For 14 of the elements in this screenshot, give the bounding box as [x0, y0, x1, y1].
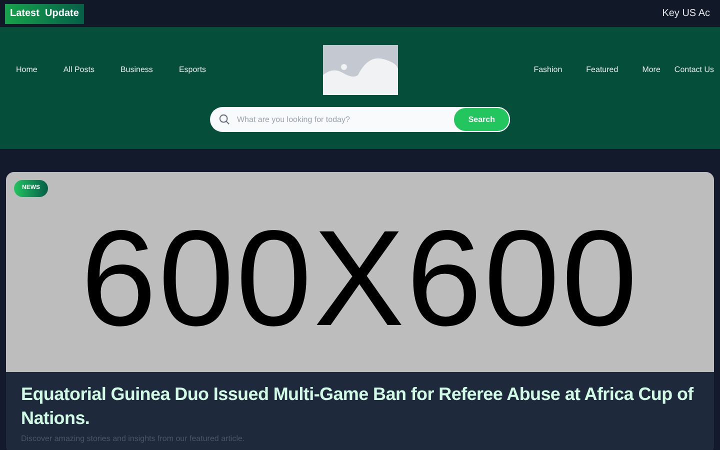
latest-update-badge: Latest Update — [5, 4, 84, 24]
nav-link[interactable]: All Posts — [53, 60, 104, 80]
nav-link[interactable]: More — [632, 60, 670, 80]
article-title[interactable]: Equatorial Guinea Duo Issued Multi-Game Ban for Referee Abuse at Africa Cup of Nations. — [21, 382, 699, 430]
search-icon — [219, 114, 230, 125]
nav-link[interactable]: Home — [6, 60, 48, 80]
nav-link[interactable]: Fashion — [524, 60, 572, 80]
image-size-label: 600X600 — [80, 210, 640, 346]
logo-image-placeholder-icon — [322, 45, 398, 95]
nav-link[interactable]: Featured — [576, 60, 628, 80]
nav-link[interactable]: Contact Us — [674, 60, 714, 80]
nav-link[interactable]: Business — [110, 60, 163, 80]
news-ticker-text: Key US Ac — [662, 7, 710, 21]
nav-link[interactable]: Esports — [168, 60, 216, 80]
